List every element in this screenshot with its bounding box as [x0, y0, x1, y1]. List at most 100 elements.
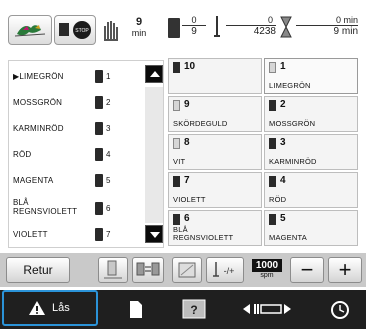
color-palette-button[interactable]	[172, 257, 202, 283]
grid-cell-number: 9	[184, 99, 190, 110]
tension-icon: -/+	[213, 262, 234, 277]
grid-cell[interactable]: 2 MOSSGRÖN	[264, 96, 358, 132]
speed-decrease-button[interactable]: −	[290, 257, 324, 283]
thread-spool-icon	[173, 62, 180, 73]
thread-spool-icon	[173, 176, 180, 187]
scrollbar-track[interactable]	[145, 87, 163, 223]
grid-cell-number: 6	[184, 213, 190, 224]
list-item-name: BLÅ REGNSVIOLETT	[13, 198, 78, 216]
grid-cell[interactable]: 10	[168, 58, 262, 94]
thread-spool-icon	[269, 138, 276, 149]
chevron-up-icon	[150, 71, 160, 77]
grid-cell-name: LIMEGRÖN	[269, 81, 311, 90]
retur-label: Retur	[23, 263, 53, 277]
thread-spool-icon	[95, 122, 103, 135]
grid-cell-number: 3	[280, 137, 286, 148]
speed-unit: spm	[260, 272, 274, 279]
list-item-number: 6	[106, 204, 111, 213]
thread-spool-icon	[173, 138, 180, 149]
list-item-name: KARMINRÖD	[13, 124, 64, 133]
grid-cell[interactable]: 7 VIOLETT	[168, 172, 262, 208]
grid-cell-name: BLÅ REGNSVIOLETT	[173, 225, 234, 242]
grid-cell[interactable]: 5 MAGENTA	[264, 210, 358, 246]
grid-cell-name: SKÖRDEGULD	[173, 119, 228, 128]
list-item[interactable]: MOSSGRÖN 2	[9, 91, 143, 114]
hourglass-icon	[280, 16, 292, 38]
time-counter: 0 min 9 min	[296, 15, 358, 37]
spool-icon	[104, 260, 122, 279]
thread-spool-icon	[95, 148, 103, 161]
grid-cell[interactable]: 8 VIT	[168, 134, 262, 170]
color-counter: 0 9	[182, 15, 206, 37]
clock-icon	[331, 301, 349, 319]
thread-spool-icon	[95, 96, 103, 109]
grid-cell[interactable]: 3 KARMINRÖD	[264, 134, 358, 170]
list-item-number: 2	[106, 98, 111, 107]
flower-pattern-icon	[14, 25, 46, 37]
svg-text:STOP: STOP	[75, 28, 89, 34]
grid-cell-name: VIT	[173, 157, 186, 166]
thread-spool-icon	[95, 70, 103, 83]
grid-cell[interactable]: 4 RÖD	[264, 172, 358, 208]
stitch-time-unit: min	[131, 28, 147, 38]
start-stop-button[interactable]: STOP	[54, 15, 96, 45]
thread-spool-icon	[173, 214, 180, 225]
minus-icon: −	[300, 257, 314, 282]
list-item[interactable]: ▶LIMEGRÖN 1	[9, 65, 143, 88]
scroll-down-button[interactable]	[145, 225, 163, 243]
chevron-down-icon	[150, 232, 160, 238]
speed-increase-button[interactable]: +	[328, 257, 362, 283]
time-elapsed: 0 min	[335, 15, 358, 25]
frame-move-icon	[243, 304, 291, 314]
thread-spool-icon	[95, 228, 103, 241]
document-button[interactable]	[112, 290, 162, 329]
time-total: 9 min	[333, 26, 358, 37]
grid-cell-number: 1	[280, 61, 286, 72]
thread-trim-button[interactable]	[98, 257, 128, 283]
stitch-current: 0	[267, 15, 273, 25]
sort-icon	[136, 262, 160, 276]
palette-icon	[178, 262, 196, 278]
stitch-counter: 0 4238	[226, 15, 276, 37]
help-icon: ?	[182, 299, 206, 319]
lock-button[interactable]: Lås	[0, 290, 100, 329]
scroll-up-button[interactable]	[145, 65, 163, 83]
document-icon	[130, 301, 142, 318]
list-item-name: ▶LIMEGRÖN	[13, 72, 64, 81]
list-item[interactable]: KARMINRÖD 3	[9, 117, 143, 140]
list-item[interactable]: RÖD 4	[9, 143, 143, 166]
thread-spool-icon	[95, 202, 103, 215]
retur-button[interactable]: Retur	[6, 257, 70, 283]
stop-icon: STOP	[59, 21, 91, 39]
color-total: 9	[191, 26, 197, 37]
grid-cell[interactable]: 6 BLÅ REGNSVIOLETT	[168, 210, 262, 246]
tool-row: Retur -/+ 1000 spm − +	[0, 253, 366, 287]
grid-cell[interactable]: 9 SKÖRDEGULD	[168, 96, 262, 132]
grid-cell[interactable]: 1 LIMEGRÖN	[264, 58, 358, 94]
flower-pattern-button[interactable]	[8, 15, 52, 45]
lock-label: Lås	[52, 302, 70, 314]
grid-cell-number: 5	[280, 213, 286, 224]
list-item-name: MOSSGRÖN	[13, 98, 63, 107]
color-grid: 10 1 LIMEGRÖN 9 SKÖRDEGULD 2 MOSSGRÖN 8 …	[168, 58, 358, 250]
warning-icon	[29, 301, 45, 315]
plus-icon: +	[338, 257, 352, 282]
selection-highlight	[2, 290, 98, 326]
status-bar: STOP 9 min 0 9 0 4238 0 min 9 min	[0, 0, 366, 56]
list-item[interactable]: VIOLETT 7	[9, 223, 143, 246]
tension-button[interactable]: -/+	[206, 257, 244, 283]
settings-button[interactable]	[316, 290, 366, 329]
sort-button[interactable]	[132, 257, 164, 283]
grid-cell-name: VIOLETT	[173, 195, 206, 204]
color-current: 0	[191, 15, 197, 25]
help-button[interactable]: ?	[170, 290, 220, 329]
grid-cell-number: 7	[184, 175, 190, 186]
thread-spool-icon	[95, 174, 103, 187]
list-item[interactable]: BLÅ REGNSVIOLETT 6	[9, 195, 143, 221]
thread-spool-icon	[269, 100, 276, 111]
svg-text:?: ?	[190, 303, 197, 317]
speed-display: 1000 spm	[252, 259, 282, 281]
stitch-time-fraction: 9 min	[129, 16, 149, 38]
list-item[interactable]: MAGENTA 5	[9, 169, 143, 192]
frame-move-button[interactable]	[232, 290, 302, 329]
